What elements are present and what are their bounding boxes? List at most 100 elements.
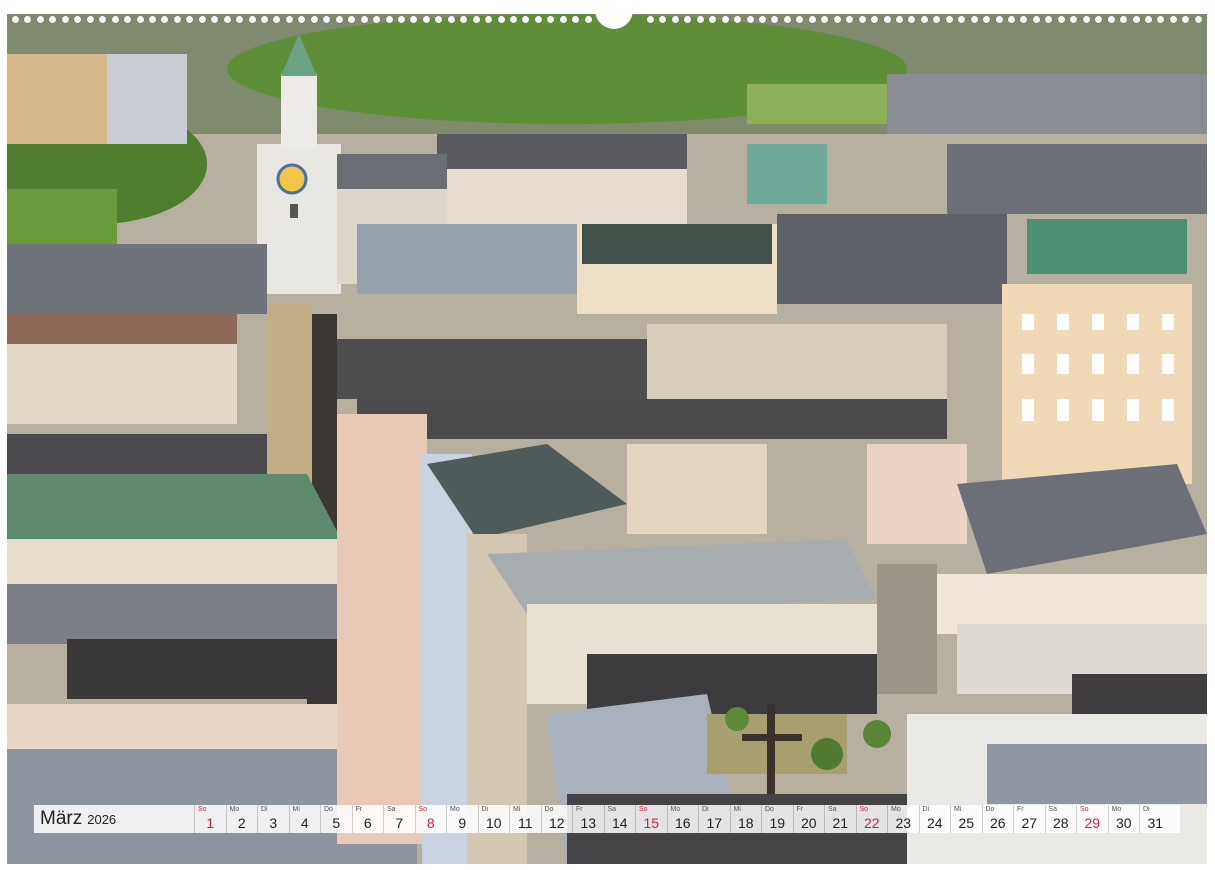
day-cell: Mo 16	[666, 805, 699, 833]
binding-hole	[684, 16, 692, 23]
binding-hole	[945, 16, 953, 23]
binding-hole	[721, 16, 729, 23]
city-rooftops-photo	[7, 14, 1207, 864]
day-cell: Di 24	[918, 805, 951, 833]
binding-hole	[211, 16, 219, 23]
weekday-label: Mo	[229, 806, 240, 813]
binding-hole	[958, 16, 966, 23]
day-number: 28	[1052, 815, 1069, 831]
month-name: März	[40, 808, 83, 829]
calendar-strip: März 2026 So 1 Mo 2 Di 3 Mi 4 Do 5 Fr 6 Sa 7 So 8 Mo 9 Di 1…	[34, 805, 1180, 833]
day-number: 14	[611, 815, 628, 831]
spiral-binding	[7, 10, 1207, 29]
day-cell: Mi 18	[729, 805, 762, 833]
binding-hole	[547, 16, 555, 23]
binding-hole	[995, 16, 1003, 23]
binding-hole	[86, 16, 94, 23]
binding-hole	[447, 16, 455, 23]
binding-hole	[422, 16, 430, 23]
binding-hole	[124, 16, 132, 23]
day-number: 25	[958, 815, 975, 831]
binding-hole	[821, 16, 829, 23]
day-number: 6	[363, 815, 372, 831]
weekday-label: So	[859, 806, 869, 813]
weekday-label: Mo	[450, 806, 460, 813]
binding-hole	[895, 16, 903, 23]
weekday-label: Fr	[355, 806, 363, 813]
binding-hole	[696, 16, 704, 23]
binding-hole	[460, 16, 468, 23]
binding-hole	[983, 16, 991, 23]
binding-hole	[472, 16, 480, 23]
binding-hole	[1057, 16, 1065, 23]
binding-hole	[709, 16, 717, 23]
binding-hole	[559, 16, 567, 23]
binding-hole	[858, 16, 866, 23]
day-cell: Fr 6	[351, 805, 384, 833]
binding-hole	[646, 16, 654, 23]
binding-hole	[410, 16, 418, 23]
binding-hole	[323, 16, 331, 23]
weekday-label: Di	[261, 806, 268, 813]
weekday-label: Mo	[670, 806, 681, 813]
binding-hole	[236, 16, 244, 23]
binding-hole	[12, 16, 19, 23]
chimney	[877, 564, 937, 694]
weekday-label: So	[1080, 806, 1089, 813]
day-cell: Do 5	[320, 805, 352, 833]
binding-hole	[273, 16, 281, 23]
binding-hole	[248, 16, 256, 23]
binding-hole	[61, 16, 69, 23]
day-number: 8	[426, 815, 435, 831]
day-cell: Do 26	[981, 805, 1014, 833]
binding-hole	[510, 16, 517, 23]
day-cell: Mo 9	[446, 805, 478, 833]
binding-hole	[198, 16, 206, 23]
binding-hole	[373, 16, 381, 23]
binding-hole	[1020, 16, 1028, 23]
day-number: 29	[1084, 815, 1101, 831]
weekday-label: Sa	[607, 806, 617, 813]
weekday-label: Mo	[891, 806, 901, 813]
day-cell: Sa 21	[824, 805, 856, 833]
day-cell: Fr 13	[572, 805, 604, 833]
binding-hole	[435, 16, 443, 23]
weekday-label: Mi	[733, 806, 741, 813]
weekday-label: Fr	[796, 806, 804, 813]
binding-hole	[1032, 16, 1040, 23]
day-cell: Fr 20	[792, 805, 825, 833]
day-number: 20	[800, 815, 817, 831]
binding-hole	[1144, 16, 1152, 23]
binding-hole	[36, 16, 44, 23]
day-cell: Mi 11	[509, 805, 541, 833]
day-cell: Mo 23	[887, 805, 919, 833]
day-number: 15	[643, 815, 660, 831]
day-number: 2	[237, 815, 246, 831]
binding-hole	[796, 16, 804, 23]
green-roof	[1027, 219, 1187, 274]
day-number: 22	[863, 815, 880, 831]
day-cell: Di 17	[698, 805, 730, 833]
day-cell: Fr 27	[1013, 805, 1045, 833]
weekday-label: Di	[922, 806, 930, 813]
weekday-label: Sa	[1048, 806, 1058, 813]
binding-hole	[1194, 16, 1202, 23]
binding-hole	[385, 16, 393, 23]
day-cell: Mo 30	[1107, 805, 1140, 833]
day-cell: So 15	[635, 805, 667, 833]
weekday-label: Fr	[576, 806, 583, 813]
weekday-label: Do	[985, 806, 995, 813]
binding-hole	[534, 16, 542, 23]
day-number: 1	[206, 815, 215, 831]
day-cell: Di 10	[477, 805, 510, 833]
weekday-label: Di	[481, 806, 489, 813]
day-cell: Mo 2	[225, 805, 258, 833]
binding-hole	[759, 16, 766, 23]
binding-hole	[771, 16, 779, 23]
hanger-cutout	[595, 10, 633, 29]
binding-hole	[970, 16, 978, 23]
binding-hole	[161, 16, 169, 23]
binding-hole	[49, 16, 57, 23]
binding-hole	[485, 16, 493, 23]
rooftops-illustration	[7, 14, 1207, 864]
